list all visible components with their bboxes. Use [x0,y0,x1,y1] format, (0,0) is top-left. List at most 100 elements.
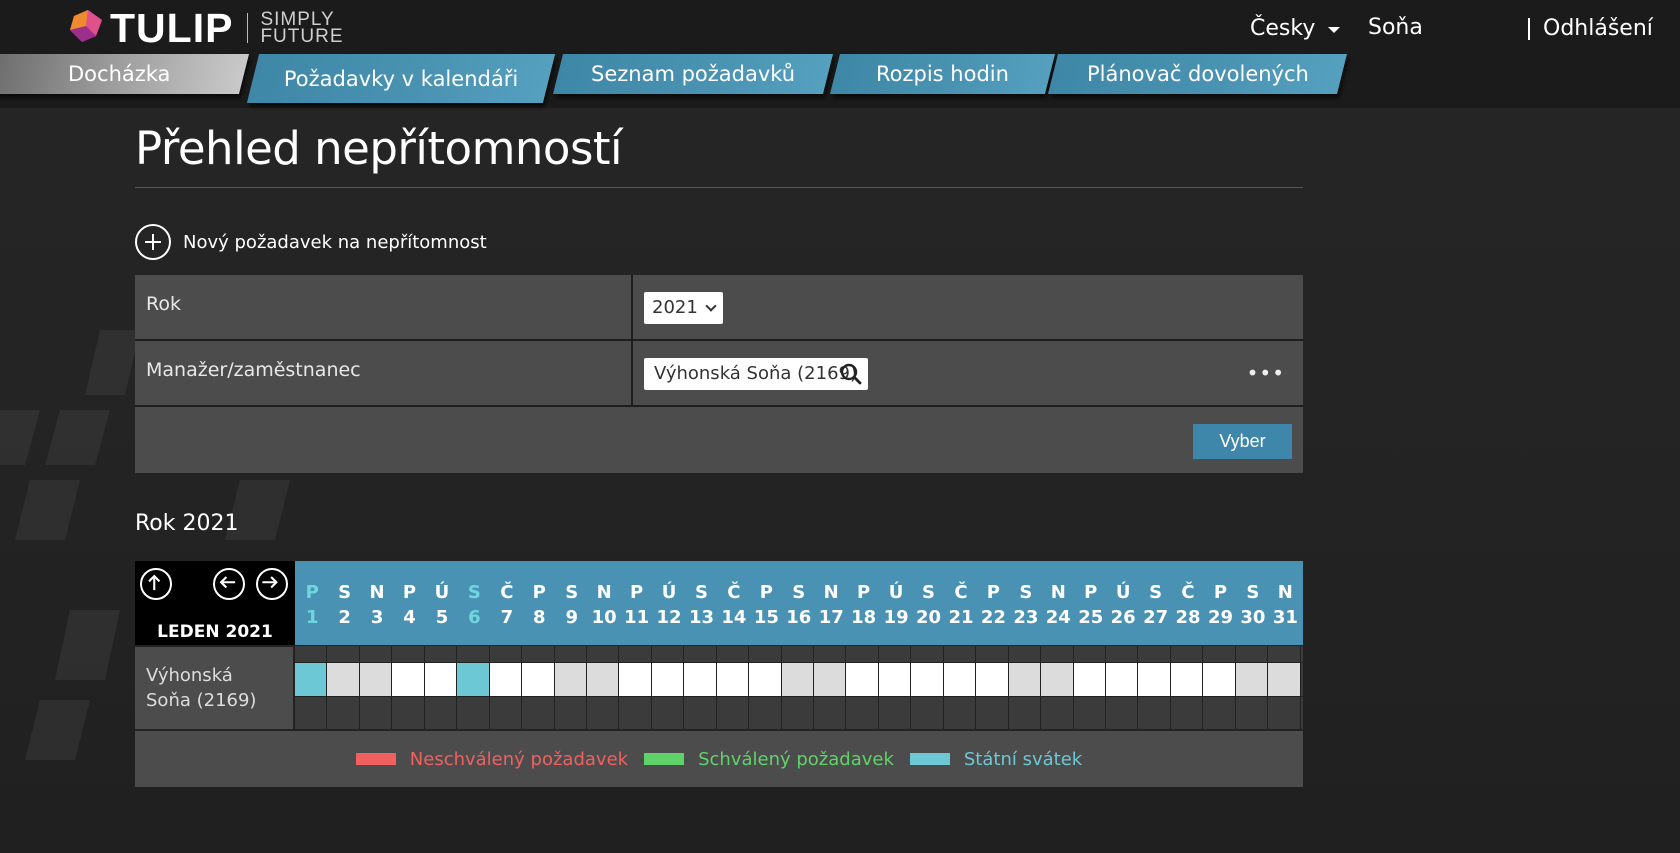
day-status-cell[interactable] [1170,663,1204,696]
new-request-label[interactable]: Nový požadavek na nepřítomnost [183,232,487,253]
grid-cell [457,646,490,662]
arrow-right-icon[interactable] [256,568,288,600]
tab-label: Požadavky v kalendáři [283,66,519,91]
day-status-cell[interactable] [1073,663,1106,696]
day-status-cell[interactable] [392,663,425,696]
day-letter: Č [954,582,968,603]
day-status-cell[interactable] [1138,663,1171,696]
day-status-cell[interactable] [619,663,652,696]
arrow-left-icon[interactable] [213,568,245,600]
tab-seznam-pozadavku[interactable]: Seznam požadavků [553,54,833,94]
day-status-cell[interactable] [749,663,782,696]
day-status-cell[interactable] [651,663,685,696]
search-icon[interactable] [840,363,862,385]
day-number: 30 [1240,607,1266,628]
chevron-down-icon [705,300,717,312]
day-number: 16 [786,607,812,628]
title-divider [135,187,1303,188]
day-header-17: N 17 [815,561,847,645]
day-header-29: P 29 [1204,561,1236,645]
grid-cell [652,646,685,662]
day-status-cell[interactable] [522,663,555,696]
user-name[interactable]: Soňa [1368,15,1423,40]
year-value: 2021 [652,297,698,318]
grid-cell [684,646,717,662]
day-status-cell[interactable] [878,663,912,696]
filter-form: Rok 2021 Manažer/zaměstnanec Výhonská So… [135,275,1303,473]
day-status-cell[interactable] [814,663,847,696]
day-status-cell[interactable] [1041,663,1074,696]
more-options-icon[interactable]: ••• [1247,361,1285,385]
day-status-cell[interactable] [1268,663,1301,696]
day-letter: Ú [661,582,677,603]
grid-cell [1009,646,1042,662]
day-status-cell[interactable] [684,663,717,696]
day-number: 3 [370,607,384,628]
select-button[interactable]: Vyber [1193,424,1292,459]
day-header-13: S 13 [685,561,717,645]
day-header-20: S 20 [912,561,944,645]
employee-name[interactable]: Výhonská Soňa (2169) [135,645,295,729]
day-status-cell[interactable] [846,663,879,696]
grid-cell [1268,697,1301,729]
day-status-cell[interactable] [586,663,620,696]
tab-rozpis-hodin[interactable]: Rozpis hodin [830,54,1055,94]
day-number: 7 [500,607,514,628]
day-letter: Č [727,582,741,603]
logo[interactable]: TULIP SIMPLY FUTURE [66,8,344,49]
grid-cell [879,646,912,662]
day-number: 31 [1272,607,1298,628]
year-select[interactable]: 2021 [644,292,723,324]
legend-label: Státní svátek [963,748,1083,770]
day-header-2: S2 [328,561,360,645]
grid-cell [555,646,587,662]
day-status-cell[interactable] [716,663,750,696]
day-status-cell[interactable] [295,663,328,696]
tab-pozadavky-v-kalendari[interactable]: Požadavky v kalendáři [246,54,556,103]
logo-subtitle-line-2: FUTURE [260,26,344,47]
plus-circle-icon[interactable] [135,224,171,260]
day-letter: S [922,582,936,603]
day-number: 1 [305,607,319,628]
day-header-12: Ú 12 [653,561,685,645]
grid-cell [782,646,814,662]
day-status-cell[interactable] [781,663,814,696]
day-status-cell[interactable] [943,663,977,696]
tab-planovac-dovolenych[interactable]: Plánovač dovolených [1048,54,1347,94]
year-label: Rok [135,275,633,339]
day-header-24: N 24 [1042,561,1074,645]
day-header-26: Ú 26 [1107,561,1139,645]
language-selector[interactable]: Česky [1250,16,1315,41]
grid-cell [1074,697,1106,729]
day-number: 10 [591,607,617,628]
new-request-link[interactable]: Nový požadavek na nepřítomnost [135,224,1303,260]
day-header-19: Ú 19 [880,561,912,645]
day-status-cell[interactable] [424,663,458,696]
day-status-cell[interactable] [1203,663,1236,696]
day-status-cell[interactable] [911,663,944,696]
arrow-up-icon[interactable] [140,568,172,600]
grid-line-bottom [295,696,1303,729]
day-status-cell[interactable] [359,663,393,696]
day-status-cell[interactable] [1235,663,1269,696]
caret-down-icon[interactable] [1328,27,1340,33]
employee-input[interactable]: Výhonská Soňa (2169) [644,358,868,390]
day-number: 17 [818,607,844,628]
day-letter: P [305,582,319,603]
logout-link[interactable]: Odhlášení [1543,16,1653,41]
day-status-cell[interactable] [1105,663,1139,696]
year-row: Rok 2021 [135,275,1303,341]
day-status-cell[interactable] [327,663,360,696]
day-letter: P [1084,582,1098,603]
grid-cell [1041,646,1074,662]
day-letter: Č [1181,582,1195,603]
grid-cell [879,697,912,729]
legend-swatch [644,753,685,765]
day-status-cell[interactable] [489,663,523,696]
year-field-cell: 2021 [633,275,1303,339]
day-status-cell[interactable] [976,663,1009,696]
tab-dochazka[interactable]: Docházka [0,54,249,94]
day-status-cell[interactable] [1008,663,1042,696]
day-status-cell[interactable] [457,663,490,696]
day-status-cell[interactable] [554,663,587,696]
